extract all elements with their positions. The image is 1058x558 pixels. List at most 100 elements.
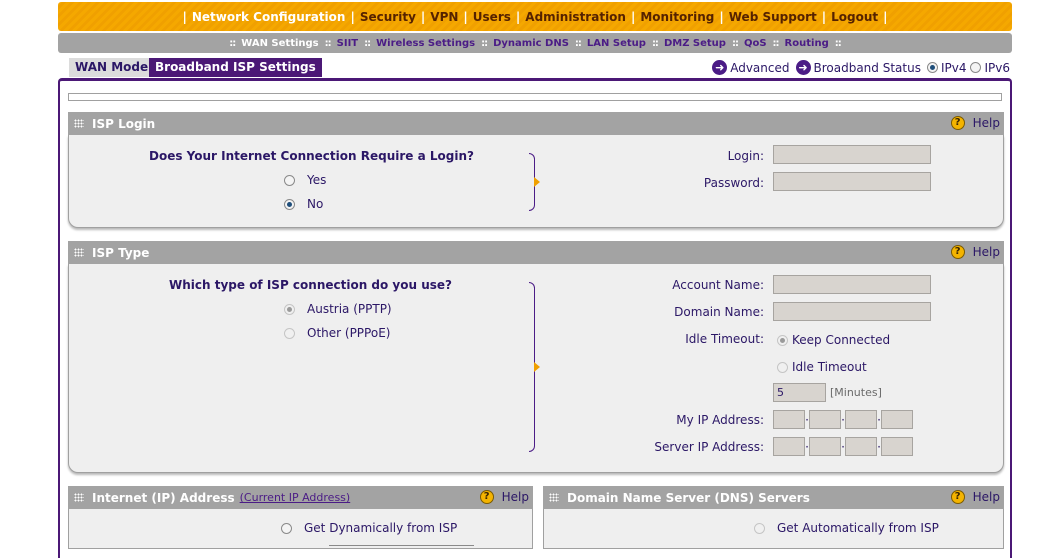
help-link[interactable]: ? Help [950,116,1000,130]
password-label: Password: [703,176,764,190]
nav-monitoring[interactable]: Monitoring [640,10,714,24]
subnav-routing[interactable]: Routing [785,38,829,49]
server-ip-octet-2[interactable] [809,437,841,456]
server-ip-fields: · · · [773,437,913,456]
keep-connected-option[interactable]: Keep Connected [777,333,890,347]
nav-separator: | [719,9,724,24]
dns-body: Get Automatically from ISP [543,509,1004,549]
help-icon: ? [479,490,494,504]
account-name-input[interactable] [773,275,931,294]
nav-vpn[interactable]: VPN [430,10,458,24]
current-ip-link[interactable]: (Current IP Address) [240,491,351,504]
help-link[interactable]: ? Help [950,245,1000,259]
ipv4-option[interactable]: IPv4 [926,60,967,75]
dns-header: Domain Name Server (DNS) Servers ? Help [543,486,1004,509]
grip-icon [549,493,559,502]
broadband-status-link[interactable]: ➜ Broadband Status [795,60,921,75]
nav-network-configuration[interactable]: Network Configuration [192,10,346,24]
ipv4-label: IPv4 [940,60,967,75]
nav-logout[interactable]: Logout [831,10,878,24]
my-ip-fields: · · · [773,410,913,429]
advanced-label: Advanced [730,60,790,75]
login-question: Does Your Internet Connection Require a … [149,149,474,163]
subnav-qos[interactable]: QoS [744,38,767,49]
login-input[interactable] [773,145,931,164]
subnav-separator: :: [834,37,842,49]
help-link[interactable]: ? Help [950,490,1000,504]
austria-pptp-option[interactable]: Austria (PPTP) [284,302,392,316]
login-no-label: No [307,197,324,211]
isp-login-body: Does Your Internet Connection Require a … [68,135,1004,228]
nav-separator: | [883,9,888,24]
austria-pptp-radio[interactable] [284,303,295,315]
other-pppoe-option[interactable]: Other (PPPoE) [284,326,390,340]
minutes-unit: [Minutes] [830,386,882,399]
nav-users[interactable]: Users [473,10,511,24]
help-label: Help [972,490,1000,504]
get-dynamic-option[interactable]: Get Dynamically from ISP [281,521,457,535]
my-ip-octet-2[interactable] [809,410,841,429]
subnav-dynamic-dns[interactable]: Dynamic DNS [493,38,569,49]
help-icon: ? [950,245,965,259]
domain-name-input[interactable] [773,302,931,321]
isp-type-header: ISP Type ? Help [68,241,1004,264]
my-ip-octet-4[interactable] [881,410,913,429]
nav-separator: | [463,9,468,24]
help-link[interactable]: ? Help [479,490,529,504]
server-ip-octet-4[interactable] [881,437,913,456]
sub-navigation: :: WAN Settings :: SIIT :: Wireless Sett… [58,33,1012,53]
idle-timeout-option[interactable]: Idle Timeout [777,360,867,374]
ipv4-radio[interactable] [926,62,938,73]
subnav-dmz-setup[interactable]: DMZ Setup [664,38,726,49]
login-yes-option[interactable]: Yes [284,173,326,187]
advanced-link[interactable]: ➜ Advanced [712,60,790,75]
login-yes-label: Yes [307,173,327,187]
get-auto-dns-radio[interactable] [754,522,765,534]
divider [329,545,474,546]
nav-security[interactable]: Security [360,10,416,24]
get-auto-dns-option[interactable]: Get Automatically from ISP [754,521,939,535]
keep-connected-label: Keep Connected [792,333,891,347]
idle-minutes-input[interactable]: 5 [773,383,826,402]
help-icon: ? [950,490,965,504]
nav-web-support[interactable]: Web Support [729,10,817,24]
my-ip-octet-3[interactable] [845,410,877,429]
other-pppoe-radio[interactable] [284,327,295,339]
account-name-label: Account Name: [672,278,764,292]
nav-separator: | [821,9,827,24]
login-yes-radio[interactable] [284,174,295,186]
help-label: Help [972,245,1000,259]
subnav-siit[interactable]: SIIT [337,38,358,49]
login-no-radio[interactable] [284,198,295,210]
idle-timeout-label: Idle Timeout: [685,332,764,346]
nav-administration[interactable]: Administration [525,10,626,24]
my-ip-octet-1[interactable] [773,410,805,429]
idle-timeout-radio[interactable] [777,361,788,373]
subnav-lan-setup[interactable]: LAN Setup [587,38,646,49]
arrow-icon: ➜ [712,60,728,75]
ipv6-radio[interactable] [970,62,982,73]
subnav-separator: :: [364,37,371,49]
subnav-wireless-settings[interactable]: Wireless Settings [376,38,475,49]
internet-ip-header: Internet (IP) Address (Current IP Addres… [68,486,533,509]
get-dynamic-label: Get Dynamically from ISP [304,521,458,535]
ipv6-option[interactable]: IPv6 [970,61,1010,75]
password-input[interactable] [773,172,931,191]
nav-separator: | [182,9,187,24]
login-no-option[interactable]: No [284,197,323,211]
get-auto-dns-label: Get Automatically from ISP [777,521,939,535]
grip-icon [74,119,84,128]
tab-broadband-isp-settings[interactable]: Broadband ISP Settings [149,58,322,77]
dns-title: Domain Name Server (DNS) Servers [567,490,810,505]
server-ip-octet-1[interactable] [773,437,805,456]
arrow-icon: ➜ [795,60,811,75]
isp-login-header: ISP Login ? Help [68,112,1004,135]
dns-section: Domain Name Server (DNS) Servers ? Help … [543,486,1004,549]
keep-connected-radio[interactable] [777,334,788,346]
bracket-arrow-icon [534,177,540,187]
tab-wan-mode[interactable]: WAN Mode [69,58,155,77]
subnav-wan-settings[interactable]: WAN Settings [241,38,318,49]
help-label: Help [501,490,529,504]
server-ip-octet-3[interactable] [845,437,877,456]
get-dynamic-radio[interactable] [281,522,292,534]
